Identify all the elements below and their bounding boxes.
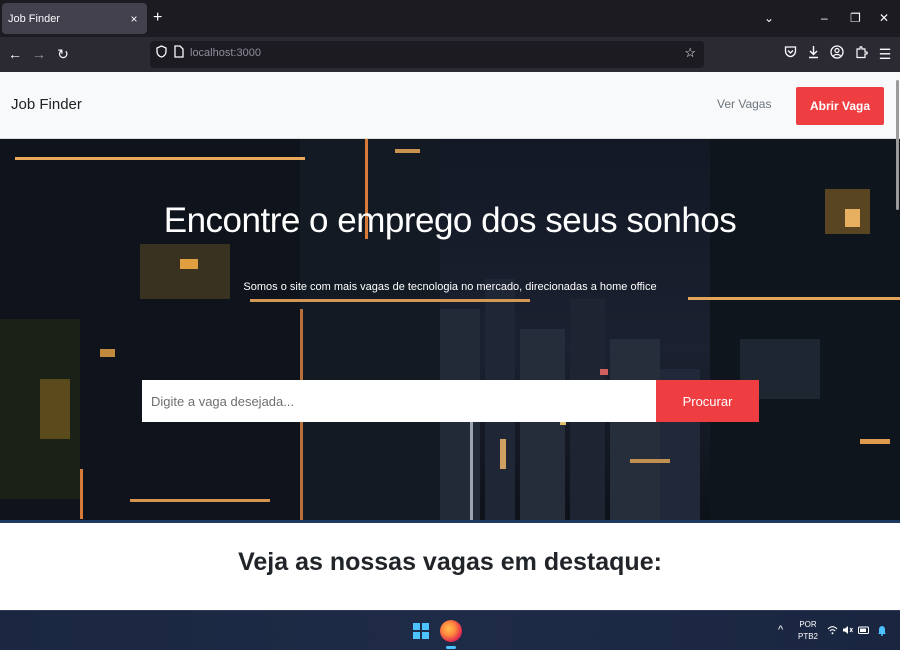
page-scrollbar[interactable] [896, 80, 899, 210]
close-window-button[interactable]: ✕ [879, 9, 889, 27]
browser-tab-bar: Job Finder × + ⌄ – ❐ ✕ [0, 0, 900, 37]
ver-vagas-link[interactable]: Ver Vagas [717, 97, 771, 111]
browser-nav-bar: ← → ↻ localhost:3000 ☆ ☰ [0, 37, 900, 72]
active-app-indicator [446, 646, 456, 649]
download-icon[interactable] [804, 45, 822, 63]
hero-banner: Encontre o emprego dos seus sonhos Somos… [0, 139, 900, 522]
search-button[interactable]: Procurar [656, 380, 759, 422]
tab-close-icon[interactable]: × [127, 12, 141, 26]
keyboard-layout-code: PTB2 [797, 632, 818, 641]
hero-subtitle: Somos o site com mais vagas de tecnologi… [243, 281, 657, 293]
bookmark-star-icon[interactable]: ☆ [684, 45, 696, 61]
language-code: POR [799, 620, 817, 629]
featured-jobs-heading: Veja as nossas vagas em destaque: [238, 548, 662, 576]
browser-tab[interactable]: Job Finder × [2, 3, 147, 34]
battery-icon[interactable] [858, 625, 870, 639]
abrir-vaga-button[interactable]: Abrir Vaga [796, 87, 884, 125]
hero-title: Encontre o emprego dos seus sonhos [163, 201, 737, 240]
menu-icon[interactable]: ☰ [876, 45, 894, 63]
city-background-image [0, 139, 900, 522]
extensions-icon[interactable] [852, 45, 870, 63]
forward-button[interactable]: → [30, 45, 48, 63]
restore-button[interactable]: ❐ [850, 9, 861, 27]
hero-bottom-border [0, 520, 900, 523]
tray-overflow-chevron-icon[interactable]: ^ [778, 624, 783, 636]
firefox-taskbar-icon[interactable] [440, 620, 462, 642]
wifi-icon[interactable] [827, 625, 838, 639]
back-button[interactable]: ← [6, 45, 24, 63]
os-taskbar: ^ POR PTB2 [0, 610, 900, 650]
account-icon[interactable] [828, 45, 846, 63]
page-info-icon[interactable] [174, 45, 184, 63]
notification-bell-icon[interactable] [877, 625, 887, 640]
reload-button[interactable]: ↻ [54, 45, 72, 63]
site-brand[interactable]: Job Finder [11, 96, 82, 113]
minimize-button[interactable]: – [821, 9, 828, 27]
site-header: Job Finder Ver Vagas Abrir Vaga [0, 72, 900, 139]
input-language-indicator[interactable]: POR PTB2 [797, 619, 819, 643]
job-search-input[interactable] [142, 380, 656, 422]
pocket-icon[interactable] [781, 45, 799, 63]
windows-start-icon[interactable] [413, 623, 429, 639]
new-tab-button[interactable]: + [153, 9, 162, 27]
tracking-shield-icon[interactable] [156, 45, 167, 63]
tab-title: Job Finder [8, 12, 60, 25]
list-all-tabs-icon[interactable]: ⌄ [764, 9, 774, 27]
url-bar[interactable]: localhost:3000 ☆ [150, 41, 704, 68]
volume-icon[interactable] [842, 625, 853, 639]
web-page: Job Finder Ver Vagas Abrir Vaga Encontre… [0, 72, 900, 610]
url-text[interactable]: localhost:3000 [190, 47, 261, 59]
